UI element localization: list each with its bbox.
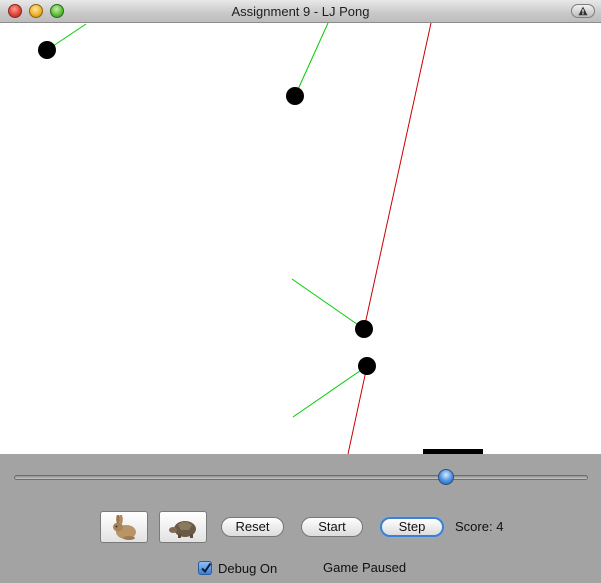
speed-slider-thumb[interactable] <box>438 469 454 485</box>
score-label: Score: <box>455 519 493 534</box>
speed-slider-track[interactable] <box>14 475 588 480</box>
game-scene <box>38 23 483 454</box>
ball <box>355 320 373 338</box>
ball-trajectory-line <box>363 23 432 330</box>
ball <box>358 357 376 375</box>
app-window: Assignment 9 - LJ Pong Reset Start Step … <box>0 0 601 583</box>
turtle-icon <box>169 521 196 538</box>
score-value: 4 <box>496 519 504 534</box>
reset-button[interactable]: Reset <box>221 517 284 537</box>
fast-speed-button[interactable] <box>100 511 148 543</box>
game-status-text: Game Paused <box>323 560 407 575</box>
ball <box>286 87 304 105</box>
window-title: Assignment 9 - LJ Pong <box>231 4 370 19</box>
slow-speed-button[interactable] <box>159 511 207 543</box>
title-bar: Assignment 9 - LJ Pong <box>0 0 601 23</box>
warning-icon <box>578 6 588 16</box>
ball-velocity-vector <box>292 365 368 418</box>
score-display: Score: 4 <box>455 519 503 534</box>
checkmark-icon <box>201 562 212 574</box>
start-button[interactable]: Start <box>301 517 363 537</box>
ball-velocity-vector <box>291 278 365 330</box>
ball <box>38 41 56 59</box>
debug-checkbox-label[interactable]: Debug On <box>218 561 277 576</box>
rabbit-icon <box>113 515 136 540</box>
control-panel: Reset Start Step Score: 4 Debug On Game … <box>0 454 601 583</box>
ball-trajectory-line <box>347 365 368 454</box>
ball-velocity-vector <box>294 23 329 97</box>
step-button[interactable]: Step <box>380 517 444 537</box>
toolbar-toggle-button[interactable] <box>571 4 595 18</box>
debug-checkbox[interactable] <box>198 561 212 575</box>
game-canvas[interactable] <box>0 23 601 454</box>
